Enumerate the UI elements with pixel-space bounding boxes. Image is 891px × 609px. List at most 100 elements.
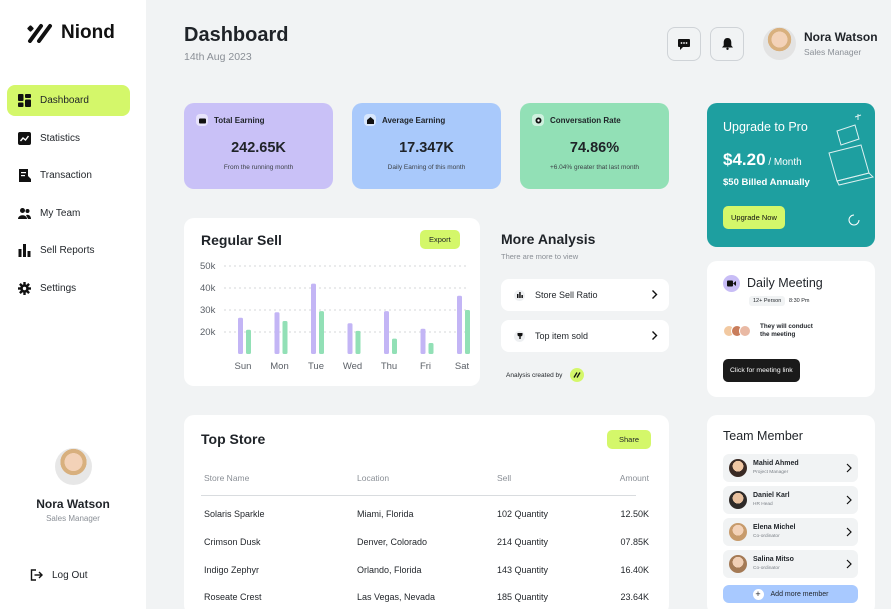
column-header-sell: Sell	[497, 473, 512, 483]
chart-icon	[18, 131, 31, 145]
member-role: HR Head	[753, 502, 773, 507]
sidebar-item-transaction[interactable]: Transaction	[7, 160, 130, 191]
upgrade-price: $4.20 / Month	[723, 150, 802, 170]
top-store-card: Top Store Share Store Name Location Sell…	[184, 415, 669, 609]
member-role: Project Manager	[753, 470, 789, 475]
team-member-row[interactable]: Daniel Karl HR Head	[723, 486, 858, 514]
meeting-tag-people: 12+ Person	[749, 296, 786, 306]
sidebar-item-sell-reports[interactable]: Sell Reports	[7, 235, 130, 266]
logout-button[interactable]: Log Out	[30, 569, 88, 581]
analysis-item-label: Top item sold	[535, 331, 589, 341]
chart-bar	[420, 328, 426, 354]
profile-name: Nora Watson	[36, 497, 110, 511]
sidebar-item-label: Statistics	[40, 132, 81, 144]
avatar	[729, 459, 747, 477]
x-tick-label: Tue	[308, 361, 324, 372]
cell-sell: 214 Quantity	[497, 537, 549, 547]
sidebar-item-statistics[interactable]: Statistics	[7, 123, 130, 154]
cell-location: Denver, Colorado	[357, 537, 428, 547]
logout-label: Log Out	[52, 569, 88, 581]
column-header-store-name: Store Name	[204, 473, 250, 483]
upgrade-billing: $50 Billed Annually	[723, 177, 810, 188]
regular-sell-card: Regular Sell Export 50k 40k 30k 20k Sun Mon Tu…	[184, 218, 480, 386]
home-icon	[364, 114, 376, 126]
upgrade-now-button[interactable]: Upgrade Now	[723, 206, 785, 229]
member-name: Salina Mitso	[753, 556, 794, 563]
chevron-right-icon	[846, 527, 852, 537]
team-member-row[interactable]: Salina Mitso Co-ordinator	[723, 550, 858, 578]
x-tick-label: Sat	[455, 361, 470, 372]
price-period: / Month	[765, 157, 802, 168]
chevron-right-icon	[846, 559, 852, 569]
bell-icon	[721, 38, 733, 50]
x-tick-label: Fri	[420, 361, 431, 372]
chart-bar	[457, 295, 462, 354]
share-button[interactable]: Share	[607, 430, 652, 449]
top-item-sold-link[interactable]: Top item sold	[501, 320, 669, 352]
stat-subtext: From the running month	[223, 164, 294, 171]
chart-bar	[282, 321, 288, 354]
loading-icon	[848, 214, 860, 226]
sidebar-profile: Nora Watson Sales Manager	[0, 448, 146, 523]
team-member-row[interactable]: Elena Michel Co-ordinator	[723, 518, 858, 546]
messages-button[interactable]	[667, 27, 701, 61]
column-header-location: Location	[357, 473, 390, 483]
page-title: Dashboard	[184, 24, 289, 46]
brand-logo-icon	[570, 368, 585, 382]
cell-location: Orlando, Florida	[357, 565, 422, 575]
upgrade-card: Upgrade to Pro $4.20 / Month $50 Billed …	[707, 103, 875, 247]
header-user-role: Sales Manager	[804, 47, 862, 57]
store-sell-ratio-link[interactable]: Store Sell Ratio	[501, 279, 669, 311]
cell-amount: 23.64K	[620, 592, 649, 602]
stat-value: 242.65K	[231, 140, 286, 156]
x-tick-label: Wed	[343, 361, 362, 372]
sidebar-item-settings[interactable]: Settings	[7, 273, 130, 304]
y-tick-label: 40k	[200, 283, 216, 294]
chart-bar	[311, 283, 316, 354]
logo-icon	[27, 24, 52, 43]
brand-logo[interactable]: Niond	[27, 22, 115, 44]
header-avatar[interactable]	[763, 27, 796, 60]
avatar	[739, 325, 751, 337]
add-member-button[interactable]: + Add more member	[723, 585, 858, 603]
avatar[interactable]	[54, 448, 92, 485]
meeting-text-line: They will conduct	[760, 323, 813, 330]
credit-text: Analysis created by	[506, 371, 563, 379]
meeting-link-button[interactable]: Click for meeting link	[723, 359, 800, 382]
avatar	[729, 523, 747, 541]
sidebar-nav: Dashboard Statistics Transaction My Team…	[7, 85, 130, 310]
receipt-icon	[19, 169, 31, 182]
header-user-name: Nora Watson	[804, 30, 878, 44]
member-name: Elena Michel	[753, 524, 796, 531]
cell-sell: 102 Quantity	[497, 509, 549, 519]
stat-subtext: +6.04% greater that last month	[549, 164, 640, 171]
sidebar-item-dashboard[interactable]: Dashboard	[7, 85, 130, 116]
chart-bar	[392, 338, 397, 354]
avatar	[729, 491, 747, 509]
stat-value: 74.86%	[569, 140, 620, 156]
sidebar-item-my-team[interactable]: My Team	[7, 198, 130, 229]
target-icon	[532, 114, 544, 126]
stat-value: 17.347K	[399, 140, 454, 156]
stat-subtext: Daily Earning of this month	[387, 164, 466, 171]
add-member-label: Add more member	[770, 590, 829, 598]
chart-bar	[428, 343, 434, 354]
daily-meeting-card: Daily Meeting 12+ Person 8:30 Pm They wi…	[707, 261, 875, 397]
logout-icon	[30, 569, 43, 581]
cell-sell: 143 Quantity	[497, 565, 549, 575]
team-member-row[interactable]: Mahid Ahmed Project Manager	[723, 454, 858, 482]
chart-bar	[274, 312, 280, 354]
gear-icon	[18, 281, 31, 295]
y-tick-label: 30k	[200, 305, 216, 316]
sidebar-item-label: My Team	[40, 207, 81, 219]
video-icon	[723, 275, 740, 292]
x-tick-label: Mon	[270, 361, 288, 372]
stat-label: Average Earning	[382, 115, 446, 125]
notifications-button[interactable]	[710, 27, 744, 61]
top-store-title: Top Store	[201, 431, 266, 447]
laptop-illustration	[828, 114, 874, 186]
trophy-icon	[514, 330, 525, 342]
y-tick-label: 20k	[200, 327, 216, 338]
analysis-credit: Analysis created by	[506, 368, 585, 382]
team-member-card: Team Member Mahid Ahmed Project Manager …	[707, 415, 875, 609]
